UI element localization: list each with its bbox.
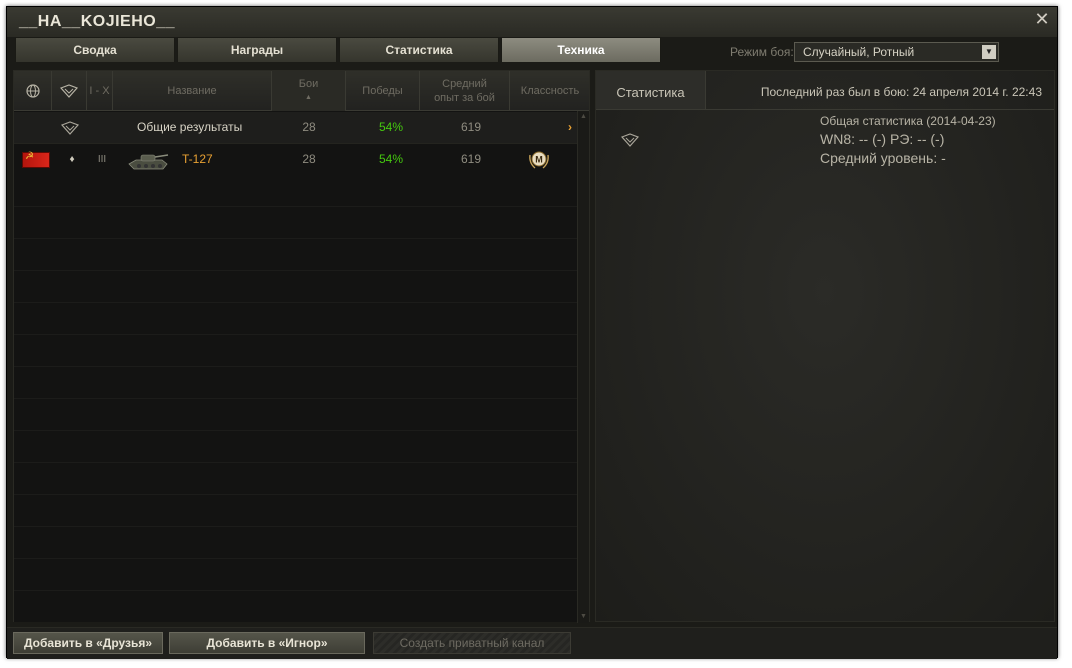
avg-exp-header-line2: опыт за бой <box>434 92 495 104</box>
nation-column-header[interactable] <box>14 71 52 111</box>
wn8-rating: WN8: -- (-) РЭ: -- (-) <box>820 131 945 147</box>
mastery-column-header[interactable]: Классность <box>510 71 590 111</box>
table-header: I - X Название Бои ▲ Победы Средний опыт… <box>14 71 589 111</box>
stats-panel: Статистика Последний раз был в бою: 24 а… <box>595 70 1055 622</box>
vehicle-name: T-127 <box>182 152 213 166</box>
vehicle-type-icon <box>620 133 640 147</box>
tank-icon <box>128 154 169 170</box>
vehicle-tier: III <box>97 154 107 165</box>
tab-awards[interactable]: Награды <box>177 37 337 62</box>
battle-mode-dropdown[interactable]: Случайный, Ротный ▼ <box>794 42 999 62</box>
sort-arrow-icon: ▲ <box>305 94 312 101</box>
action-bar: Добавить в «Друзья» Добавить в «Игнор» С… <box>7 627 1057 659</box>
tab-vehicle-statistics[interactable]: Статистика <box>596 71 706 109</box>
battles-column-header[interactable]: Бои ▲ <box>272 71 346 111</box>
type-column-header[interactable] <box>52 71 87 111</box>
close-icon[interactable]: ✕ <box>1033 10 1051 28</box>
player-profile-window: __HA__KOJIEHO__ ✕ Сводка Награды Статист… <box>6 6 1058 659</box>
mastery-badge-icon: M <box>529 151 549 169</box>
name-column-header[interactable]: Название <box>113 71 272 111</box>
totals-wins: 54% <box>378 120 404 134</box>
scroll-down-icon[interactable]: ▼ <box>578 611 589 623</box>
divider <box>596 109 1054 110</box>
totals-name: Общие результаты <box>137 120 243 134</box>
tab-vehicles[interactable]: Техника <box>501 37 661 62</box>
vehicle-battles: 28 <box>302 152 316 166</box>
add-friend-button[interactable]: Добавить в «Друзья» <box>13 632 163 654</box>
overall-stats-title: Общая статистика (2014-04-23) <box>820 114 996 128</box>
create-private-channel-button[interactable]: Создать приватный канал <box>373 632 571 654</box>
avg-exp-column-header[interactable]: Средний опыт за бой <box>420 71 510 111</box>
title-bar: __HA__KOJIEHO__ ✕ <box>7 7 1057 37</box>
ussr-flag-icon <box>22 151 50 168</box>
battle-mode-label: Режим боя: <box>730 45 794 59</box>
vehicle-avg-exp: 619 <box>460 152 482 166</box>
battle-mode-value: Случайный, Ротный <box>803 45 915 59</box>
average-tier: Средний уровень: - <box>820 150 946 166</box>
globe-icon <box>25 84 40 98</box>
totals-avg-exp: 619 <box>460 120 482 134</box>
vehicle-table: I - X Название Бои ▲ Победы Средний опыт… <box>13 70 590 623</box>
totals-row[interactable]: Общие результаты 28 54% 619 › <box>14 112 589 144</box>
tier-column-header[interactable]: I - X <box>87 71 113 111</box>
avg-exp-header-line1: Средний <box>442 78 487 90</box>
light-tank-icon: ♦ <box>69 154 75 165</box>
last-battle-text: Последний раз был в бою: 24 апреля 2014 … <box>760 85 1042 99</box>
add-ignore-button[interactable]: Добавить в «Игнор» <box>169 632 365 654</box>
vehicle-type-icon <box>60 121 80 135</box>
vehicle-wins: 54% <box>378 152 404 166</box>
vehicle-type-icon <box>59 84 79 98</box>
wins-column-header[interactable]: Победы <box>346 71 420 111</box>
totals-battles: 28 <box>302 120 316 134</box>
scroll-up-icon[interactable]: ▲ <box>578 111 589 123</box>
table-scrollbar[interactable]: ▲ ▼ <box>577 111 589 623</box>
tab-statistics[interactable]: Статистика <box>339 37 499 62</box>
empty-rows <box>14 175 589 622</box>
chevron-down-icon: ▼ <box>982 45 996 59</box>
battles-header-label: Бои <box>298 78 319 90</box>
vehicle-row[interactable]: ♦ III T-127 28 54% 619 M <box>14 144 589 176</box>
window-title: __HA__KOJIEHO__ <box>19 13 176 30</box>
mastery-badge-letter: M <box>535 155 543 165</box>
tab-summary[interactable]: Сводка <box>15 37 175 62</box>
